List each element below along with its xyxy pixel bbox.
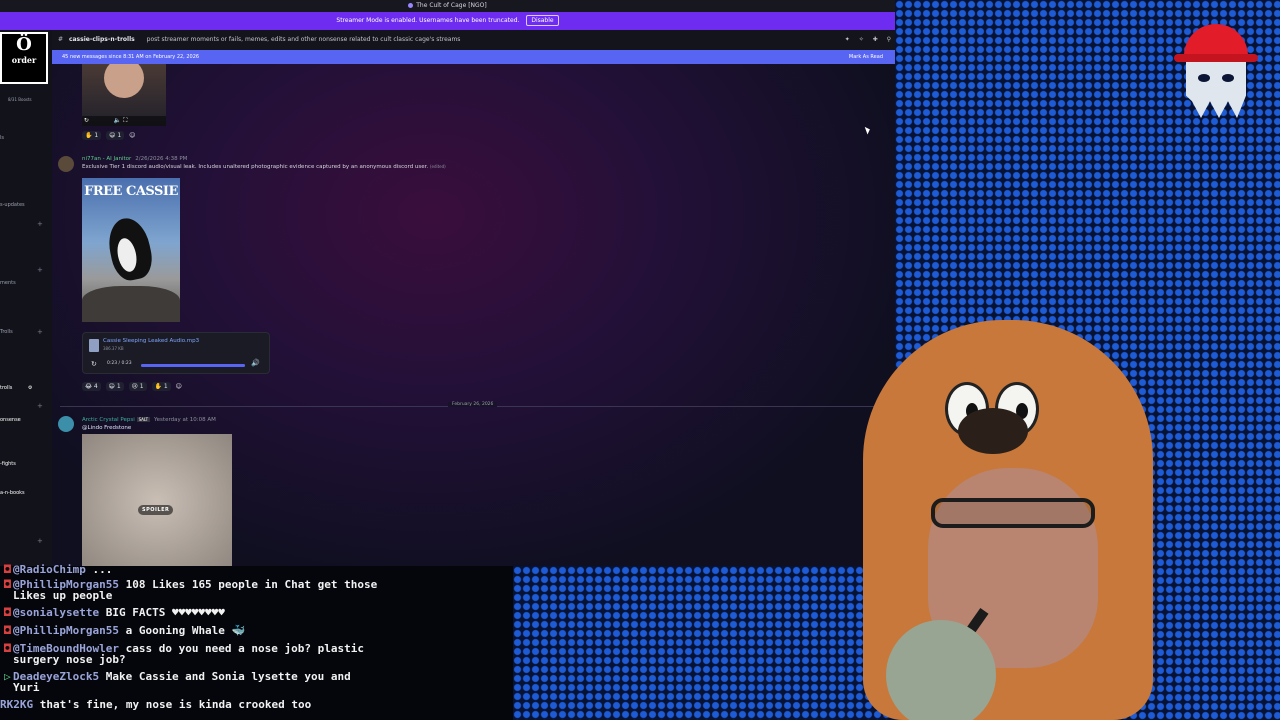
settings-icon[interactable]: ⚙ [28, 385, 32, 391]
avatar[interactable] [58, 416, 74, 432]
replay-icon[interactable]: ↻ [91, 360, 97, 368]
reaction-row: ✋ 1 😄 1 ☺ [82, 131, 135, 140]
spoiler-image[interactable]: SPOILER [82, 434, 232, 566]
spoiler-label: SPOILER [138, 505, 174, 515]
members-icon[interactable]: ⚲ [887, 36, 891, 43]
audio-time: 0:23 / 0:23 [107, 361, 132, 366]
reaction[interactable]: 😄 1 [106, 131, 125, 140]
server-logo[interactable]: Ö order [0, 32, 48, 84]
app-icon [408, 3, 414, 8]
reaction[interactable]: 😢 1 [128, 382, 147, 391]
sidebar-item-1[interactable]: ls [0, 135, 4, 141]
role-badge: SALT [136, 417, 151, 422]
video-embed[interactable]: ↻ 🔈 ⛶ [82, 64, 166, 126]
sidebar-item-7[interactable]: a-n-books [0, 490, 25, 496]
new-messages-text: 45 new messages since 8:31 AM on Februar… [62, 54, 200, 60]
boost-count: 8/31 Boosts [8, 97, 32, 102]
window-titlebar: The Cult of Cage [NGO] [0, 0, 895, 12]
volume-icon[interactable]: 🔊 [251, 359, 260, 367]
message-author[interactable]: Arctic Crystal Pepsi SALT Yesterday at 10… [82, 417, 216, 423]
image-attachment[interactable]: FREE CASSIE [82, 178, 180, 322]
streamer-mode-banner: Streamer Mode is enabled. Usernames have… [0, 12, 895, 30]
audio-filename[interactable]: Cassie Sleeping Leaked Audio.mp3 [103, 338, 199, 344]
channel-name: cassie-clips-n-trolls [68, 36, 135, 43]
streamer-logo [1172, 18, 1262, 120]
message-author[interactable]: ni77an - AI Janitor 2/26/2026 4:38 PM [82, 156, 187, 162]
disable-streamer-mode-button[interactable]: Disable [526, 15, 559, 26]
fullscreen-icon[interactable]: ⛶ [123, 117, 127, 124]
file-icon [89, 339, 99, 352]
volume-icon[interactable]: 🔈 [114, 117, 121, 124]
chat-message-cont: Yuri [13, 681, 40, 694]
add-channel-icon[interactable]: + [37, 402, 43, 410]
webcam-feed [713, 300, 1280, 720]
chat-message-cont: Likes up people [13, 589, 113, 602]
add-channel-icon[interactable]: + [37, 266, 43, 274]
add-channel-icon[interactable]: + [37, 537, 43, 545]
channel-header: # cassie-clips-n-trolls post streamer mo… [52, 30, 895, 50]
add-reaction-icon[interactable]: ☺ [129, 132, 135, 139]
chat-message: ▷ DeadeyeZlock5 Make Cassie and Sonia lys… [4, 670, 351, 683]
hood-nose [958, 408, 1028, 454]
glasses [931, 498, 1095, 528]
avatar[interactable] [58, 156, 74, 172]
sidebar-item-active[interactable]: trolls [0, 385, 12, 391]
notification-icon[interactable]: ✧ [859, 36, 864, 43]
channel-hash-icon: # [58, 36, 64, 43]
mark-as-read-button[interactable]: Mark As Read [849, 50, 883, 64]
add-channel-icon[interactable]: + [37, 220, 43, 228]
new-messages-bar[interactable]: 45 new messages since 8:31 AM on Februar… [52, 50, 895, 64]
streamer-mode-text: Streamer Mode is enabled. Usernames have… [336, 17, 520, 24]
pin-icon[interactable]: ✚ [873, 36, 878, 43]
sidebar-item-5[interactable]: onsense [0, 417, 21, 423]
audio-attachment: Cassie Sleeping Leaked Audio.mp3 386.37 … [82, 332, 270, 374]
sidebar-item-4[interactable]: Trolls [0, 329, 13, 335]
threads-icon[interactable]: ✦ [845, 36, 850, 43]
reaction[interactable]: 😄 1 [105, 382, 124, 391]
user-mention[interactable]: @Lindo Fredstone [82, 425, 131, 431]
sidebar-item-2[interactable]: s-updates [0, 202, 25, 208]
reaction[interactable]: ✋ 1 [151, 382, 171, 391]
chat-message-cont: surgery nose job? [13, 653, 126, 666]
reaction[interactable]: 😂 4 [82, 382, 101, 391]
chat-message: ◘ @sonialysette BIG FACTS ♥♥♥♥♥♥♥♥ [4, 606, 225, 619]
add-channel-icon[interactable]: + [37, 328, 43, 336]
window-title: The Cult of Cage [NGO] [416, 2, 487, 9]
sidebar-item-6[interactable]: -fights [0, 461, 16, 467]
poster-title: FREE CASSIE [84, 184, 178, 199]
audio-progress-bar[interactable] [141, 364, 245, 367]
chat-message: ◘ @PhillipMorgan55 a Gooning Whale 🐳 [4, 624, 246, 637]
audio-filesize: 386.37 KB [103, 346, 124, 351]
chat-message: ◘ @RadioChimp ... [4, 563, 113, 576]
reaction-row: 😂 4 😄 1 😢 1 ✋ 1 ☺ [82, 382, 182, 391]
add-reaction-icon[interactable]: ☺ [176, 383, 182, 390]
date-divider-label: February 26, 2026 [448, 402, 498, 407]
message-body: Exclusive Tier 1 discord audio/visual le… [82, 164, 446, 170]
message-timestamp: Yesterday at 10:08 AM [154, 417, 216, 423]
microphone [886, 620, 996, 720]
chat-message: RK2KG that's fine, my nose is kinda croo… [0, 698, 312, 711]
reaction[interactable]: ✋ 1 [82, 131, 102, 140]
mouse-cursor [864, 125, 872, 135]
stream-chat-overlay: ◘ @RadioChimp ... ◘ @PhillipMorgan55 108 L… [0, 563, 513, 720]
message-timestamp: 2/26/2026 4:38 PM [135, 156, 188, 162]
sidebar-item-3[interactable]: ments [0, 280, 16, 286]
channel-topic: post streamer moments or fails, memes, e… [146, 36, 461, 43]
channel-sidebar: 8/31 Boosts ls s-updates + + ments Troll… [0, 30, 52, 566]
replay-icon[interactable]: ↻ [82, 117, 89, 124]
